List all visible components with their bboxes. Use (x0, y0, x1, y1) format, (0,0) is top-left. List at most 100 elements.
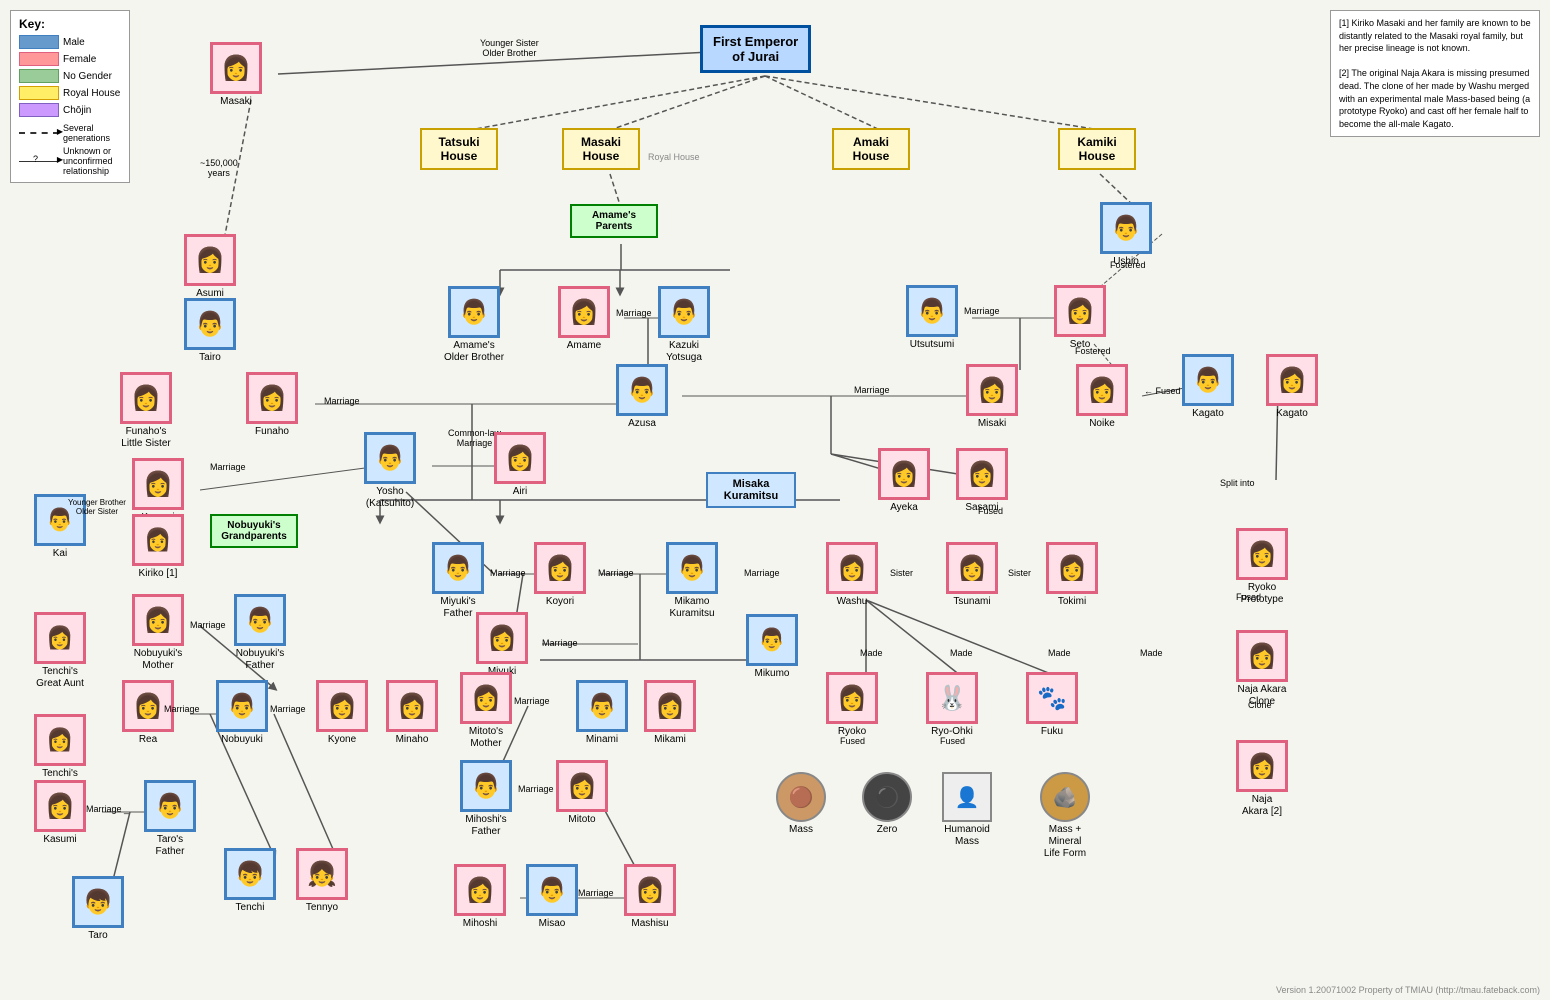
fuku-name: Fuku (1041, 726, 1063, 738)
ayeka-portrait: 👩 (878, 448, 930, 500)
humanoid-mass-name: HumanoidMass (944, 824, 990, 848)
naja-clone-node: 👩 Naja AkaraClone (1236, 630, 1288, 708)
misaki-name: Misaki (978, 418, 1006, 430)
nobuyukis-mother-portrait: 👩 (132, 594, 184, 646)
humanoid-mass-shape: 👤 (942, 772, 992, 822)
nobuyuki-name: Nobuyuki (221, 734, 263, 746)
misaki-portrait: 👩 (966, 364, 1018, 416)
mashisu-name: Mashisu (631, 918, 668, 930)
mass-mineral-shape: 🪨 (1040, 772, 1090, 822)
unknown-rel-label: Unknown orunconfirmedrelationship (63, 146, 113, 176)
miyukis-father-portrait: 👨 (432, 542, 484, 594)
kai-name: Kai (53, 548, 67, 560)
miyukis-father-node: 👨 Miyuki'sFather (432, 542, 484, 620)
sasami-node: 👩 Sasami (956, 448, 1008, 514)
no-gender-color-box (19, 69, 59, 83)
tokimi-portrait: 👩 (1046, 542, 1098, 594)
tsunami-node: 👩 Tsunami (946, 542, 998, 608)
airi-portrait: 👩 (494, 432, 546, 484)
fuku-node: 🐾 Fuku (1026, 672, 1078, 738)
dashed-line-icon: ▶ (19, 132, 59, 134)
fostered2-label: Fostered (1075, 346, 1111, 356)
utsutsumi-node: 👨 Utsutsumi (906, 285, 958, 351)
zero-shape: ⚫ (862, 772, 912, 822)
washu-node: 👩 Washu (826, 542, 878, 608)
kamiki-house-box: KamikiHouse (1058, 128, 1136, 170)
amame-name: Amame (567, 340, 601, 352)
female-color-box (19, 52, 59, 66)
taro-name: Taro (88, 930, 107, 942)
mihoshis-father-name: Mihoshi'sFather (465, 814, 506, 838)
female-label: Female (63, 54, 96, 65)
younger-brother-label: Younger BrotherOlder Sister (68, 498, 126, 516)
mihoshi-portrait: 👩 (454, 864, 506, 916)
naja-akara-node: 👩 NajaAkara [2] (1236, 740, 1288, 818)
mass-node: 🟤 Mass (776, 772, 826, 836)
made4-label: Made (1140, 648, 1163, 658)
kyone-node: 👩 Kyone (316, 680, 368, 746)
tenchis-great-aunt-portrait: 👩 (34, 612, 86, 664)
made1-label: Made (860, 648, 883, 658)
nobuyukis-father-name: Nobuyuki'sFather (236, 648, 285, 672)
kagato-male-node: 👨 Kagato (1182, 354, 1234, 420)
noike-name: Noike (1089, 418, 1115, 430)
royal-color-box (19, 86, 59, 100)
rea-name: Rea (139, 734, 157, 746)
mashisu-portrait: 👩 (624, 864, 676, 916)
ryoko-portrait: 👩 (826, 672, 878, 724)
naja-akara-name: NajaAkara [2] (1242, 794, 1282, 818)
zero-name: Zero (877, 824, 898, 836)
mitotos-mother-portrait: 👩 (460, 672, 512, 724)
mitoto-portrait: 👩 (556, 760, 608, 812)
mikami-portrait: 👩 (644, 680, 696, 732)
misao-mashisu-marriage-label: Marriage (578, 888, 614, 898)
tenchis-aunt-portrait: 👩 (34, 714, 86, 766)
koyori-mikamo-marriage-label: Marriage (598, 568, 634, 578)
tatsuki-house-box: TatsukiHouse (420, 128, 498, 170)
tenchi-node: 👦 Tenchi (224, 848, 276, 914)
version-text: Version 1.20071002 Property of TMIAU (ht… (1276, 985, 1540, 995)
question-line-icon: ? ▶ (19, 161, 59, 162)
made2-label: Made (950, 648, 973, 658)
amames-ob-name: Amame'sOlder Brother (444, 340, 504, 364)
tairo-portrait: 👨 (184, 298, 236, 350)
amame-kazuki-marriage-label: Marriage (616, 308, 652, 318)
miyukis-father-name: Miyuki'sFather (440, 596, 475, 620)
minaho-portrait: 👩 (386, 680, 438, 732)
nobuyukis-grandparents-box: Nobuyuki'sGrandparents (210, 514, 298, 548)
nobuyukis-mother-name: Nobuyuki'sMother (134, 648, 183, 672)
several-gen-label: Severalgenerations (63, 123, 110, 143)
mikumo-node: 👨 Mikumo (746, 614, 798, 680)
misao-portrait: 👨 (526, 864, 578, 916)
fuku-portrait: 🐾 (1026, 672, 1078, 724)
chojin-label: Chōjin (63, 105, 91, 116)
yosho-name: Yosho(Katsuhito) (366, 486, 414, 510)
mikumo-portrait: 👨 (746, 614, 798, 666)
tsunami-name: Tsunami (953, 596, 990, 608)
legend-several-gen: ▶ Severalgenerations (19, 123, 121, 143)
minaho-node: 👩 Minaho (386, 680, 438, 746)
notes-box: [1] Kiriko Masaki and her family are kno… (1330, 10, 1540, 137)
kasumi-old-portrait: 👩 (132, 458, 184, 510)
nobuyuki-node: 👨 Nobuyuki (216, 680, 268, 746)
mikami-node: 👩 Mikami (644, 680, 696, 746)
nobuyuki-kyone-marriage-label: Marriage (270, 704, 306, 714)
fused-ryoko-label: Fused (840, 736, 865, 746)
mihoshis-father-marriage-label: Marriage (518, 784, 554, 794)
yosho-node: 👨 Yosho(Katsuhito) (364, 432, 416, 510)
tennyo-node: 👧 Tennyo (296, 848, 348, 914)
mihoshi-name: Mihoshi (463, 918, 497, 930)
washu-tsunami-sister-label: Sister (890, 568, 913, 578)
royal-label: Royal House (63, 88, 120, 99)
mass-mineral-name: Mass +MineralLife Form (1044, 824, 1086, 860)
azusa-name: Azusa (628, 418, 656, 430)
fused-sasami-label: Fused (978, 506, 1003, 516)
washu-portrait: 👩 (826, 542, 878, 594)
taros-father-name: Taro'sFather (156, 834, 185, 858)
airi-name: Airi (513, 486, 527, 498)
kasumi-taros-marriage-label: Marriage _ (86, 804, 129, 814)
minaho-name: Minaho (396, 734, 429, 746)
ushio-portrait: 👨 (1100, 202, 1152, 254)
royal-house-indicator: Royal House (648, 152, 700, 162)
amames-parents-box: Amame'sParents (570, 204, 658, 238)
